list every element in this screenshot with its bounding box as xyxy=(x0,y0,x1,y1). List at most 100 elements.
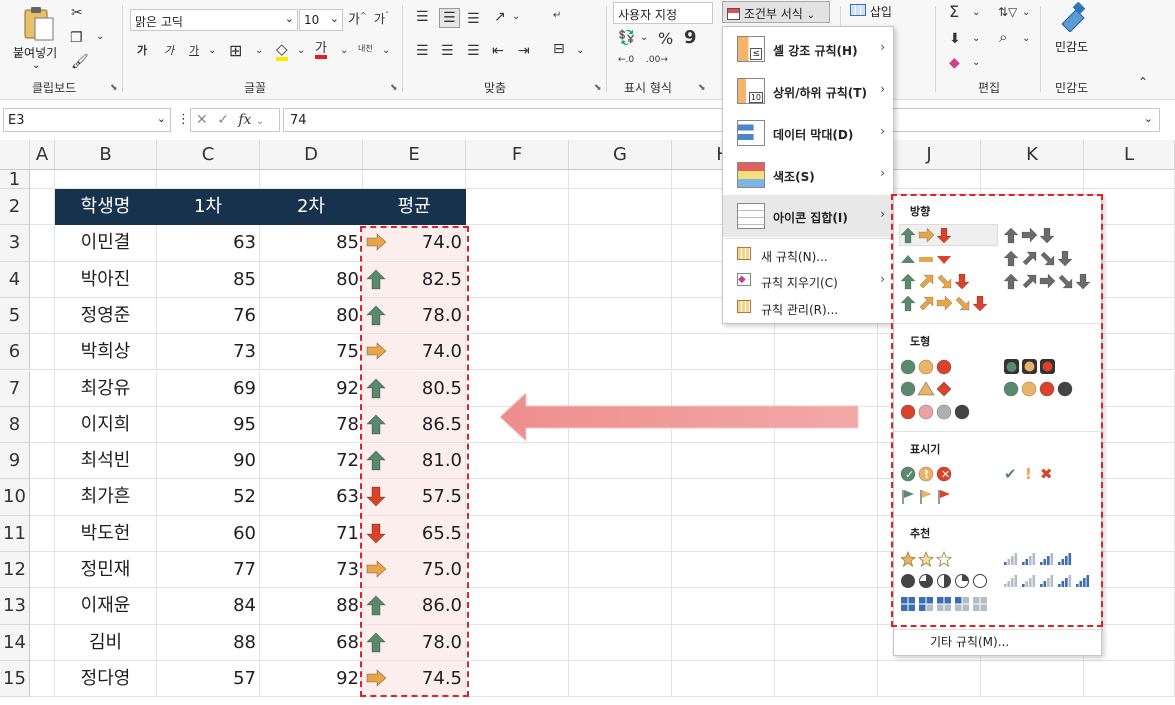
align-bottom-icon[interactable]: ☰ xyxy=(467,12,480,26)
table-cell-c[interactable]: 52 xyxy=(157,479,260,516)
border-icon[interactable]: ⊞ xyxy=(229,43,242,59)
cell[interactable] xyxy=(260,170,363,189)
clear-icon[interactable]: ◆ xyxy=(949,56,960,70)
table-cell-c[interactable]: 57 xyxy=(157,660,260,698)
chevron-down-icon[interactable]: ⌄ xyxy=(972,34,980,44)
table-cell-name[interactable]: 정영준 xyxy=(55,297,157,335)
cell[interactable] xyxy=(672,588,775,625)
row-header-11[interactable]: 11 xyxy=(0,515,30,552)
table-cell-name[interactable]: 최석빈 xyxy=(55,443,157,480)
dialog-launcher-icon[interactable]: ⬊ xyxy=(698,83,706,93)
cell[interactable] xyxy=(466,552,569,589)
cell[interactable] xyxy=(672,443,775,480)
row-header-13[interactable]: 13 xyxy=(0,588,30,625)
column-header-l[interactable]: L xyxy=(1084,140,1175,170)
table-header-cell[interactable]: 1차 xyxy=(157,189,260,226)
column-header-c[interactable]: C xyxy=(157,140,260,170)
cell[interactable] xyxy=(569,189,672,226)
cell[interactable] xyxy=(30,334,55,371)
row-header-5[interactable]: 5 xyxy=(0,297,30,335)
chevron-down-icon[interactable]: ⌄ xyxy=(1022,34,1030,44)
row-header-6[interactable]: 6 xyxy=(0,334,30,371)
cell[interactable] xyxy=(569,588,672,625)
cell[interactable] xyxy=(30,588,55,625)
column-header-d[interactable]: D xyxy=(260,140,363,170)
cell[interactable] xyxy=(466,515,569,552)
enter-icon[interactable]: ✓ xyxy=(217,112,229,128)
cell[interactable] xyxy=(569,170,672,189)
format-painter-icon[interactable]: 🖌 xyxy=(71,55,89,69)
select-all-corner[interactable] xyxy=(0,140,30,170)
cell[interactable] xyxy=(672,660,775,698)
table-cell-d[interactable]: 92 xyxy=(260,370,363,407)
table-cell-c[interactable]: 84 xyxy=(157,588,260,625)
font-name-select[interactable]: 맑은 고딕 ⌄ xyxy=(130,9,298,31)
cell[interactable] xyxy=(466,297,569,335)
paste-button[interactable]: 붙여넣기 ⌄ xyxy=(10,4,66,74)
table-cell-name[interactable]: 박아진 xyxy=(55,261,157,298)
table-header-cell[interactable]: 평균 xyxy=(363,189,466,226)
align-right-icon[interactable]: ☰ xyxy=(467,44,480,58)
cell[interactable] xyxy=(466,588,569,625)
table-cell-d[interactable]: 88 xyxy=(260,588,363,625)
cell[interactable] xyxy=(30,297,55,335)
cell[interactable] xyxy=(466,660,569,698)
table-cell-name[interactable]: 김비 xyxy=(55,624,157,661)
cell[interactable] xyxy=(30,261,55,298)
table-cell-d[interactable]: 85 xyxy=(260,225,363,262)
cell[interactable] xyxy=(466,624,569,661)
dialog-launcher-icon[interactable]: ⬊ xyxy=(110,83,118,93)
shrink-font-icon[interactable]: 가ˇ xyxy=(374,12,389,26)
sensitivity-button[interactable]: 민감도 xyxy=(1050,2,1096,62)
phonetic-button[interactable]: 내천 xyxy=(358,44,376,53)
table-cell-d[interactable]: 80 xyxy=(260,297,363,335)
cell[interactable] xyxy=(672,552,775,589)
conditional-format-button[interactable]: 조건부 서식 ⌄ xyxy=(722,1,830,23)
fill-icon[interactable]: ⬇ xyxy=(949,32,961,46)
cell[interactable] xyxy=(1084,660,1175,698)
copy-icon[interactable]: ❐ xyxy=(70,31,83,45)
menu-new-rule[interactable]: 새 규칙(N)... xyxy=(723,243,893,267)
cell[interactable] xyxy=(30,406,55,444)
increase-indent-icon[interactable]: ⇥ xyxy=(518,44,530,58)
more-icon[interactable]: ⋮ xyxy=(177,113,190,126)
cell[interactable] xyxy=(569,552,672,589)
percent-button[interactable]: % xyxy=(658,31,673,47)
table-cell-d[interactable]: 92 xyxy=(260,660,363,698)
cell[interactable] xyxy=(30,624,55,661)
cell[interactable] xyxy=(466,334,569,371)
accounting-icon[interactable]: 💱 xyxy=(618,31,635,45)
row-header-14[interactable]: 14 xyxy=(0,624,30,661)
cell[interactable] xyxy=(466,479,569,516)
column-header-b[interactable]: B xyxy=(55,140,157,170)
chevron-down-icon[interactable]: ⌄ xyxy=(1022,8,1030,18)
menu-color-scales[interactable]: 색조(S) › xyxy=(723,155,893,197)
align-left-icon[interactable]: ☰ xyxy=(416,44,429,58)
table-cell-name[interactable]: 최강유 xyxy=(55,370,157,407)
chevron-down-icon[interactable]: ⌄ xyxy=(972,58,980,68)
cell[interactable] xyxy=(30,370,55,407)
table-cell-c[interactable]: 90 xyxy=(157,443,260,480)
chevron-down-icon[interactable]: ⌄ xyxy=(297,46,305,56)
table-cell-d[interactable]: 68 xyxy=(260,624,363,661)
table-cell-name[interactable]: 이민결 xyxy=(55,225,157,262)
row-header-9[interactable]: 9 xyxy=(0,443,30,480)
cell[interactable] xyxy=(775,552,878,589)
cell[interactable] xyxy=(569,261,672,298)
table-cell-c[interactable]: 76 xyxy=(157,297,260,335)
cell[interactable] xyxy=(466,443,569,480)
cell[interactable] xyxy=(878,660,981,698)
italic-button[interactable]: 가 xyxy=(164,45,174,56)
sort-filter-icon[interactable]: ⇅▽ xyxy=(998,6,1017,18)
cell[interactable] xyxy=(775,624,878,661)
chevron-down-icon[interactable]: ⌄ xyxy=(382,46,390,56)
table-cell-c[interactable]: 95 xyxy=(157,406,260,444)
chevron-down-icon[interactable]: ⌄ xyxy=(340,46,348,56)
row-header-2[interactable]: 2 xyxy=(0,189,30,226)
cell[interactable] xyxy=(466,225,569,262)
table-cell-name[interactable]: 박도헌 xyxy=(55,515,157,552)
cell[interactable] xyxy=(775,515,878,552)
table-cell-c[interactable]: 85 xyxy=(157,261,260,298)
row-header-15[interactable]: 15 xyxy=(0,660,30,698)
cell[interactable] xyxy=(775,588,878,625)
